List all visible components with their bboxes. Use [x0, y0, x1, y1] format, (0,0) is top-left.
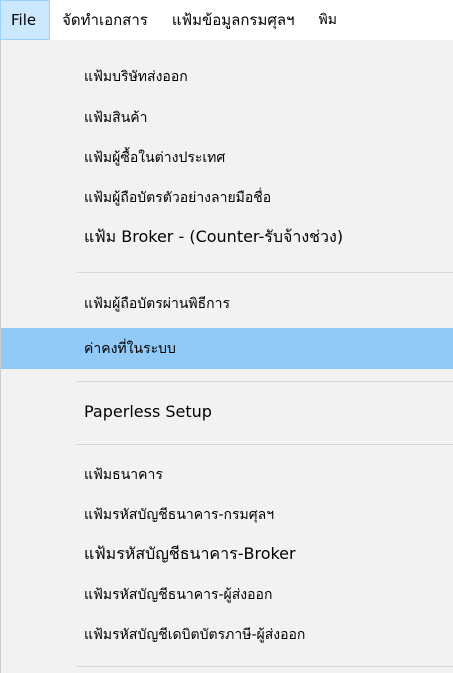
menu-item-foreign-buyer-file[interactable]: แฟ้มผู้ซื้อในต่างประเทศ — [1, 137, 453, 178]
menu-file[interactable]: File — [0, 0, 51, 40]
menu-separator — [77, 444, 453, 445]
file-dropdown-menu: แฟ้มบริษัทส่งออก แฟ้มสินค้า แฟ้มผู้ซื้อใ… — [0, 40, 453, 673]
menu-item-broker-file[interactable]: แฟ้ม Broker - (Counter-รับจ้างช่วง) — [1, 217, 453, 258]
menu-item-product-file[interactable]: แฟ้มสินค้า — [1, 97, 453, 138]
menu-print-truncated[interactable]: พิม — [307, 0, 349, 40]
menu-separator — [77, 272, 453, 273]
menu-item-system-constants[interactable]: ค่าคงที่ในระบบ — [1, 328, 453, 369]
menu-item-debit-tax-card-account-exporter[interactable]: แฟ้มรหัสบัญชีเดบิตบัตรภาษี-ผู้ส่งออก — [1, 614, 453, 655]
menu-item-bank-account-customs[interactable]: แฟ้มรหัสบัญชีธนาคาร-กรมศุลฯ — [1, 494, 453, 535]
menu-item-clearance-card-holder-file[interactable]: แฟ้มผู้ถือบัตรผ่านพิธีการ — [1, 283, 453, 324]
menu-bar: File จัดทำเอกสาร แฟ้มข้อมูลกรมศุลฯ พิม — [0, 0, 453, 40]
menu-item-exporter-company-file[interactable]: แฟ้มบริษัทส่งออก — [1, 56, 453, 97]
menu-separator — [77, 381, 453, 382]
menu-item-bank-account-broker[interactable]: แฟ้มรหัสบัญชีธนาคาร-Broker — [1, 534, 453, 575]
menu-separator — [77, 666, 453, 667]
menu-item-paperless-setup[interactable]: Paperless Setup — [1, 391, 453, 432]
menu-item-bank-account-exporter[interactable]: แฟ้มรหัสบัญชีธนาคาร-ผู้ส่งออก — [1, 574, 453, 615]
menu-document-preparation[interactable]: จัดทำเอกสาร — [50, 0, 160, 40]
menu-customs-data-files[interactable]: แฟ้มข้อมูลกรมศุลฯ — [160, 0, 307, 40]
menu-item-signature-card-holder-file[interactable]: แฟ้มผู้ถือบัตรตัวอย่างลายมือชื่อ — [1, 177, 453, 218]
menu-item-bank-file[interactable]: แฟ้มธนาคาร — [1, 454, 453, 495]
screen: File จัดทำเอกสาร แฟ้มข้อมูลกรมศุลฯ พิม แ… — [0, 0, 453, 673]
